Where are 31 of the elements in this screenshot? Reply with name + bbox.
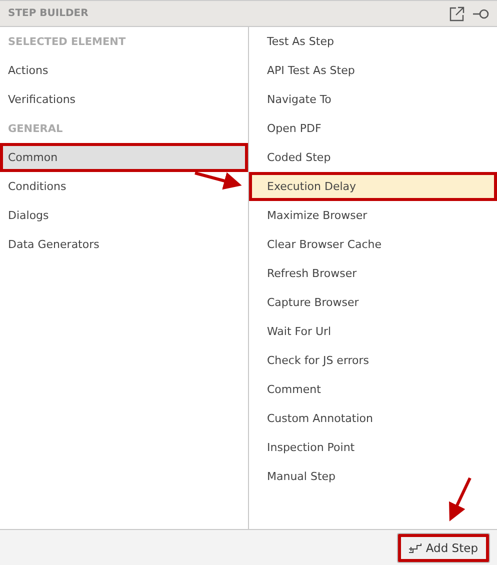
step-item[interactable]: Comment [249,375,497,404]
step-item[interactable]: Check for JS errors [249,346,497,375]
step-item[interactable]: Custom Annotation [249,404,497,433]
step-item[interactable]: Test As Step [249,27,497,56]
section-heading: SELECTED ELEMENT [7,34,127,50]
step-item[interactable]: Coded Step [249,143,497,172]
step-item[interactable]: API Test As Step [249,56,497,85]
section-heading: GENERAL [7,122,64,136]
category-item[interactable]: Conditions [0,172,248,201]
category-item[interactable]: Data Generators [0,230,248,259]
category-item[interactable]: Actions [0,56,248,85]
pin-icon[interactable] [473,8,489,20]
add-step-button[interactable]: Add Step [396,532,490,562]
step-item[interactable]: Open PDF [249,114,497,143]
annotation-arrow [194,172,242,190]
step-item[interactable]: Inspection Point [249,433,497,462]
step-item[interactable]: Capture Browser [249,288,497,317]
category-item[interactable]: Common [0,143,248,172]
step-item[interactable]: Refresh Browser [249,259,497,288]
category-item[interactable]: Verifications [0,85,248,114]
step-item[interactable]: Wait For Url [249,317,497,346]
panel-title: STEP BUILDER [8,8,88,19]
step-item[interactable]: Execution Delay [249,172,497,201]
stairs-icon [408,542,422,552]
step-item[interactable]: Manual Step [249,462,497,491]
popout-icon[interactable] [449,6,465,22]
step-item[interactable]: Maximize Browser [249,201,497,230]
step-item[interactable]: Clear Browser Cache [249,230,497,259]
step-item[interactable]: Navigate To [249,85,497,114]
annotation-arrow [449,477,472,522]
category-item[interactable]: Dialogs [0,201,248,230]
